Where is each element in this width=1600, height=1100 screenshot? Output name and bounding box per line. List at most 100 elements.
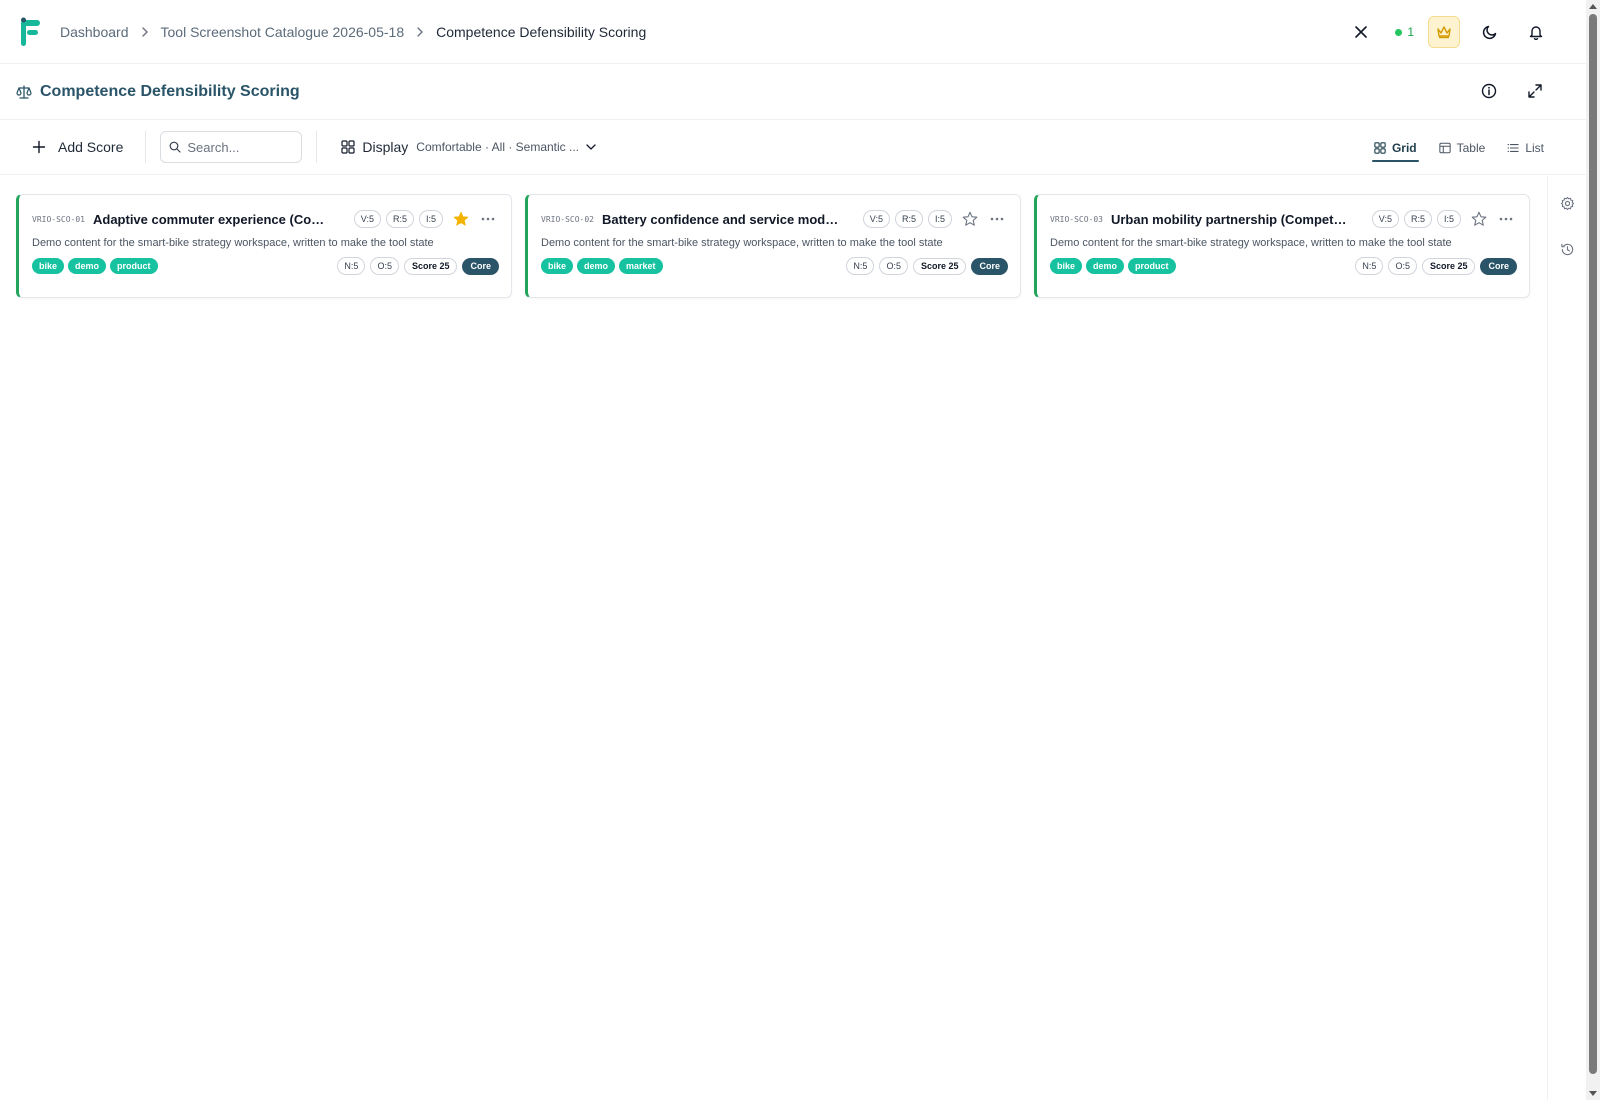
favorite-button[interactable] (960, 209, 980, 229)
card-description: Demo content for the smart-bike strategy… (1050, 237, 1452, 249)
breadcrumb-dashboard[interactable]: Dashboard (60, 24, 129, 40)
add-score-label: Add Score (58, 139, 124, 155)
rarity-pill: R:5 (1403, 210, 1432, 228)
organization-pill: O:5 (370, 257, 399, 275)
moon-icon (1482, 25, 1497, 40)
crown-icon (1437, 26, 1451, 39)
display-options-button[interactable]: Display Comfortable · All · Semantic ... (331, 131, 606, 163)
favorite-button[interactable] (451, 209, 471, 229)
value-pill: V:5 (1371, 210, 1399, 228)
search-icon (169, 141, 181, 153)
chevron-right-icon (141, 26, 149, 37)
tab-table[interactable]: Table (1438, 120, 1486, 175)
tag-chip[interactable]: bike (1050, 258, 1083, 274)
top-header: Dashboard Tool Screenshot Catalogue 2026… (0, 0, 1586, 64)
more-options-button[interactable] (986, 209, 1008, 229)
scroll-thumb[interactable] (1589, 14, 1597, 1074)
n-pill: N:5 (337, 257, 366, 275)
tag-chip[interactable]: market (619, 258, 663, 274)
page-scrollbar[interactable] (1586, 0, 1600, 1100)
imitability-pill: I:5 (1436, 210, 1461, 228)
star-filled-icon (453, 211, 469, 226)
breadcrumb: Dashboard Tool Screenshot Catalogue 2026… (60, 24, 646, 40)
toolbar-divider (316, 131, 318, 163)
table-icon (1438, 142, 1451, 153)
gear-icon (1560, 196, 1574, 210)
display-label: Display (362, 139, 409, 155)
add-score-button[interactable]: Add Score (24, 131, 131, 163)
score-card[interactable]: VRIO-SCO-02 Battery confidence and servi… (525, 194, 1021, 298)
n-pill: N:5 (1355, 257, 1384, 275)
app-logo[interactable] (20, 17, 42, 47)
scroll-up-arrow[interactable] (1589, 4, 1597, 9)
info-button[interactable] (1474, 76, 1504, 106)
status-badge: Core (971, 257, 1008, 275)
tab-list-label: List (1525, 140, 1544, 155)
tag-chip[interactable]: product (110, 258, 158, 274)
n-pill: N:5 (846, 257, 875, 275)
right-rail (1547, 176, 1586, 1100)
history-icon (1560, 243, 1573, 255)
value-pill: V:5 (353, 210, 381, 228)
history-button[interactable] (1552, 234, 1582, 264)
tab-list[interactable]: List (1507, 120, 1544, 175)
score-card[interactable]: VRIO-SCO-03 Urban mobility partnership (… (1034, 194, 1530, 298)
card-id: VRIO-SCO-02 (541, 214, 594, 224)
online-users-indicator[interactable]: 1 (1395, 25, 1414, 39)
fullscreen-button[interactable] (1520, 76, 1550, 106)
more-horizontal-icon (1499, 217, 1513, 221)
page-title-bar: Competence Defensibility Scoring (0, 64, 1586, 120)
display-summary: Comfortable · All · Semantic ... (416, 140, 580, 154)
score-card-grid: VRIO-SCO-01 Adaptive commuter experience… (16, 194, 1530, 298)
header-actions: 1 (1331, 0, 1552, 64)
value-pill: V:5 (862, 210, 890, 228)
rarity-pill: R:5 (385, 210, 414, 228)
card-title: Urban mobility partnership (Competence) (1110, 211, 1351, 227)
star-outline-icon (962, 211, 978, 226)
more-options-button[interactable] (1495, 209, 1517, 229)
tag-chip[interactable]: demo (1086, 258, 1125, 274)
card-title: Adaptive commuter experience (Competence… (92, 211, 333, 227)
score-badge: Score 25 (912, 257, 967, 275)
chevron-down-icon (586, 144, 596, 150)
notifications-button[interactable] (1520, 16, 1552, 48)
tag-chip[interactable]: product (1128, 258, 1176, 274)
card-description: Demo content for the smart-bike strategy… (541, 237, 943, 249)
list-icon (1507, 143, 1519, 152)
breadcrumb-catalogue[interactable]: Tool Screenshot Catalogue 2026-05-18 (161, 24, 405, 40)
bell-icon (1529, 26, 1543, 40)
settings-button[interactable] (1552, 188, 1582, 218)
toolbar-divider (145, 131, 147, 163)
tag-chip[interactable]: demo (68, 258, 107, 274)
tag-chip[interactable]: bike (32, 258, 65, 274)
more-options-button[interactable] (477, 209, 499, 229)
tag-chip[interactable]: demo (577, 258, 616, 274)
scroll-down-arrow[interactable] (1589, 1091, 1597, 1096)
theme-toggle-button[interactable] (1474, 16, 1506, 48)
page-title: Competence Defensibility Scoring (40, 82, 300, 100)
plus-icon (32, 140, 46, 154)
scale-icon (16, 84, 32, 99)
score-badge: Score 25 (403, 257, 458, 275)
tag-chip[interactable]: bike (541, 258, 574, 274)
search-input[interactable] (187, 139, 298, 155)
search-box[interactable] (160, 131, 303, 163)
tab-grid-label: Grid (1391, 140, 1417, 155)
status-badge: Core (462, 257, 499, 275)
card-id: VRIO-SCO-01 (32, 214, 85, 224)
online-count: 1 (1407, 25, 1414, 39)
favorite-button[interactable] (1469, 209, 1489, 229)
upgrade-button[interactable] (1428, 16, 1460, 48)
card-description: Demo content for the smart-bike strategy… (32, 237, 434, 249)
tab-table-label: Table (1456, 140, 1486, 155)
star-outline-icon (1471, 211, 1487, 226)
breadcrumb-current: Competence Defensibility Scoring (436, 23, 647, 40)
card-title: Battery confidence and service model (Co… (601, 211, 842, 227)
chevron-right-icon (416, 26, 424, 37)
tab-grid[interactable]: Grid (1371, 120, 1419, 175)
score-card[interactable]: VRIO-SCO-01 Adaptive commuter experience… (16, 194, 512, 298)
online-dot (1395, 28, 1403, 36)
more-horizontal-icon (990, 217, 1004, 221)
close-button[interactable] (1345, 16, 1377, 48)
status-badge: Core (1480, 257, 1517, 275)
